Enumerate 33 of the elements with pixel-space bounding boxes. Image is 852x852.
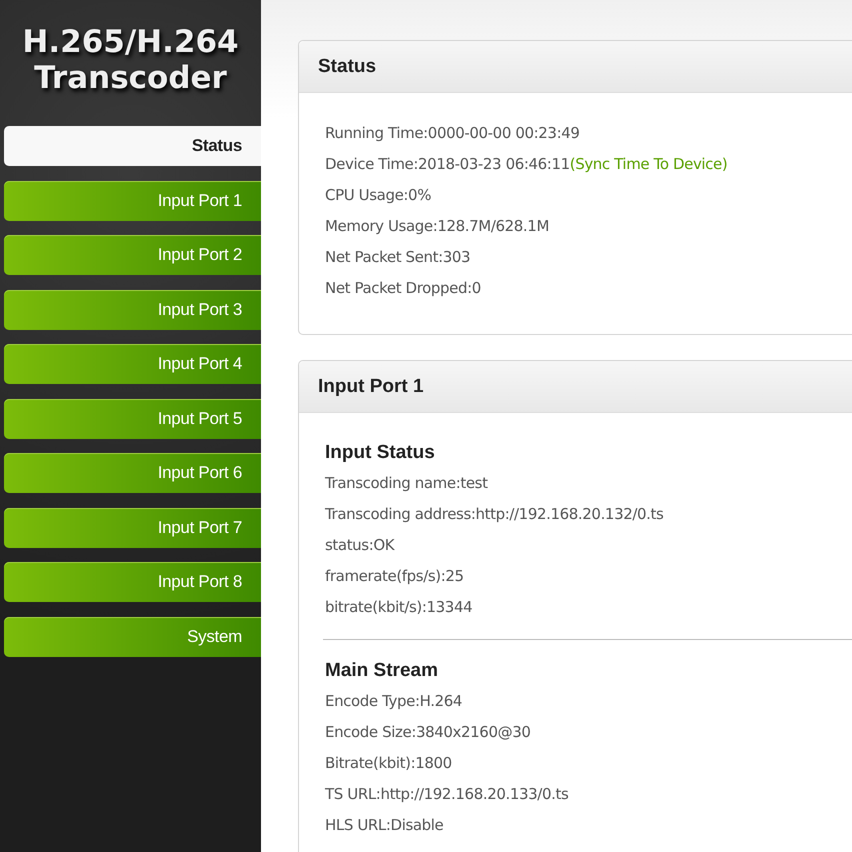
logo-text: Transcoder (34, 60, 227, 96)
nav-item[interactable]: Input Port 6 (4, 453, 261, 493)
info-text: HLS URL:Disable (325, 815, 444, 836)
info-text: Device Time:2018-03-23 06:46:11 (325, 155, 570, 173)
section-heading: Input Status (325, 441, 436, 465)
nav-item[interactable]: Input Port 1 (4, 180, 261, 220)
panel-title: Input Port 1 (318, 376, 424, 398)
sync-link[interactable]: (Sync Time To Device) (570, 155, 728, 173)
info-text: status:OK (325, 535, 396, 556)
nav-item[interactable]: Input Port 4 (4, 344, 261, 384)
info-text: CPU Usage:0% (325, 185, 432, 206)
nav-item[interactable]: Input Port 3 (4, 290, 261, 330)
info-text: bitrate(kbit/s):13344 (325, 597, 474, 618)
panel-title: Status (318, 56, 376, 78)
section-heading: Main Stream (325, 659, 439, 683)
info-text: Transcoding name:test (325, 473, 489, 494)
nav-item[interactable]: Input Port 8 (4, 562, 261, 602)
nav-item[interactable]: System (4, 616, 261, 656)
info-text: framerate(fps/s):25 (325, 566, 465, 587)
info-text: Running Time:0000-00-00 00:23:49 (325, 123, 581, 144)
logo-text: H.265/H.264 (22, 24, 239, 60)
nav-item[interactable]: Input Port 2 (4, 235, 261, 275)
info-text: Transcoding address:http://192.168.20.132/0.ts (325, 504, 664, 525)
nav-item[interactable]: Input Port 5 (4, 398, 261, 438)
nav-item[interactable]: Status (4, 126, 261, 166)
info-text: Net Packet Dropped:0 (325, 278, 482, 299)
info-text: Memory Usage:128.7M/628.1M (325, 216, 550, 237)
info-text: Encode Size:3840x2160@30 (325, 722, 532, 743)
info-text: Net Packet Sent:303 (325, 247, 472, 268)
info-text: TS URL:http://192.168.20.133/0.ts (325, 784, 570, 805)
info-text: Bitrate(kbit):1800 (325, 753, 453, 774)
info-text: Encode Type:H.264 (325, 691, 464, 712)
nav-item[interactable]: Input Port 7 (4, 508, 261, 548)
